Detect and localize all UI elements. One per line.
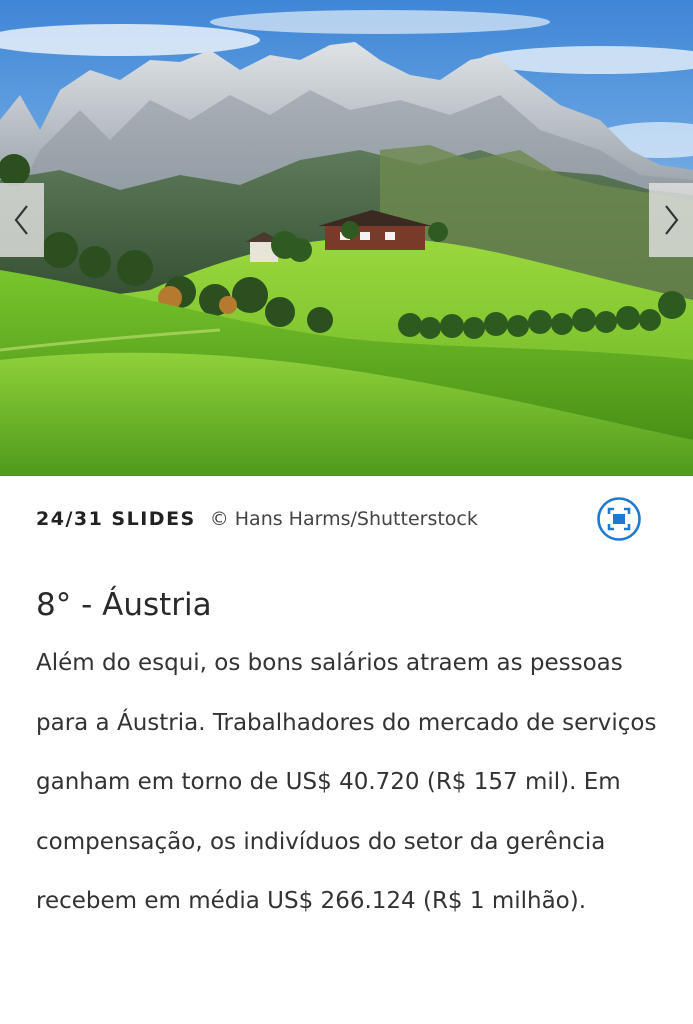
fullscreen-icon	[597, 497, 641, 541]
chevron-right-icon	[665, 205, 679, 235]
slide-meta: 24/31 SLIDES © Hans Harms/Shutterstock	[36, 502, 656, 536]
previous-slide-button[interactable]	[0, 183, 44, 257]
photo-credit: © Hans Harms/Shutterstock	[209, 508, 478, 530]
slide-image[interactable]	[0, 0, 693, 476]
chevron-left-icon	[14, 205, 28, 235]
slide-description: Além do esqui, os bons salários atraem a…	[36, 650, 657, 914]
fullscreen-button[interactable]	[596, 496, 642, 542]
slideshow-page: 24/31 SLIDES © Hans Harms/Shutterstock 8…	[0, 0, 693, 1024]
next-slide-button[interactable]	[649, 183, 693, 257]
slide-counter: 24/31 SLIDES	[36, 508, 196, 530]
slide-title: 8° - Áustria	[36, 587, 212, 623]
alpine-landscape-photo	[0, 0, 693, 476]
